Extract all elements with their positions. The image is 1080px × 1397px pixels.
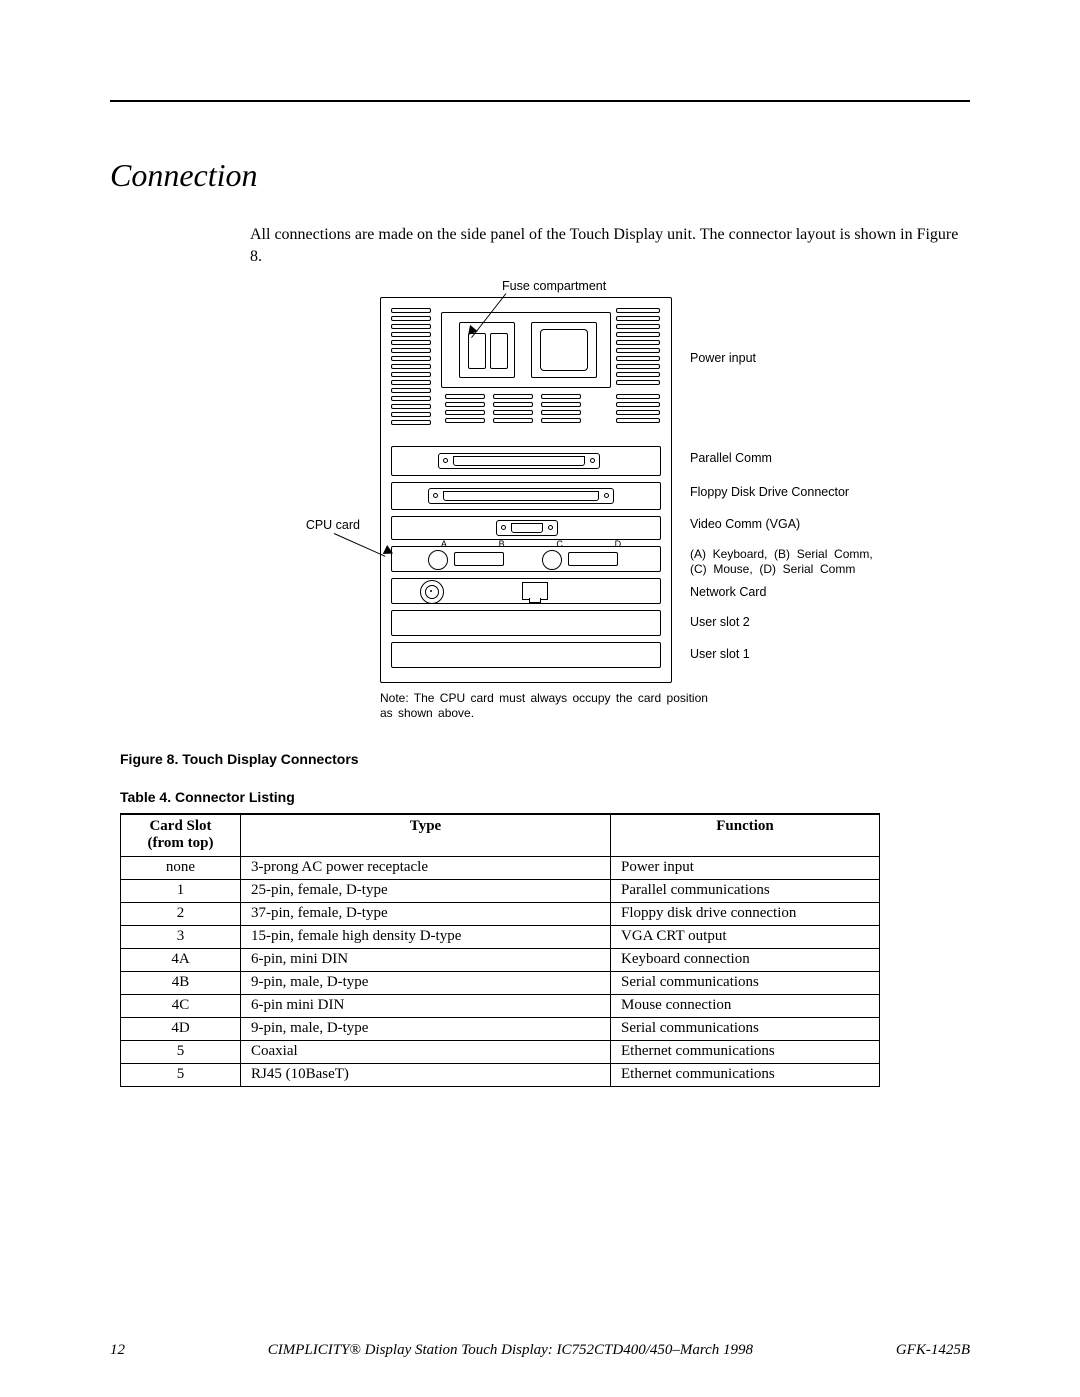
cell-slot: none — [121, 856, 241, 879]
label-power: Power input — [690, 351, 756, 365]
cell-function: Mouse connection — [611, 994, 880, 1017]
cell-function: Ethernet communications — [611, 1063, 880, 1086]
vent-icon — [616, 308, 660, 385]
rj45-icon — [522, 582, 548, 600]
cell-function: Floppy disk drive connection — [611, 902, 880, 925]
cell-type: 9-pin, male, D-type — [241, 971, 611, 994]
figure-note: Note: The CPU card must always occupy th… — [380, 691, 710, 721]
th-slot: Card Slot (from top) — [121, 814, 241, 856]
cell-type: 9-pin, male, D-type — [241, 1017, 611, 1040]
cell-type: 25-pin, female, D-type — [241, 879, 611, 902]
table-row: 125-pin, female, D-typeParallel communic… — [121, 879, 880, 902]
table-header-row: Card Slot (from top) Type Function — [121, 814, 880, 856]
vent-icon — [445, 394, 485, 423]
cell-type: 15-pin, female high density D-type — [241, 925, 611, 948]
cell-slot: 4A — [121, 948, 241, 971]
th-function: Function — [611, 814, 880, 856]
cell-type: 6-pin, mini DIN — [241, 948, 611, 971]
cell-slot: 5 — [121, 1063, 241, 1086]
cell-type: 37-pin, female, D-type — [241, 902, 611, 925]
cell-type: RJ45 (10BaseT) — [241, 1063, 611, 1086]
label-cpu: CPU card — [280, 518, 360, 532]
page-footer: 12 CIMPLICITY® Display Station Touch Dis… — [110, 1342, 970, 1359]
slot-cpu — [391, 546, 661, 572]
label-parallel: Parallel Comm — [690, 451, 772, 465]
label-user2: User slot 2 — [690, 615, 750, 629]
cell-slot: 3 — [121, 925, 241, 948]
header-rule — [110, 100, 970, 102]
cell-slot: 2 — [121, 902, 241, 925]
cell-function: Ethernet communications — [611, 1040, 880, 1063]
power-input-icon — [531, 322, 597, 378]
figure-8: Fuse compartment — [280, 291, 970, 731]
cell-function: VGA CRT output — [611, 925, 880, 948]
vent-icon — [541, 394, 581, 423]
table-row: 5RJ45 (10BaseT)Ethernet communications — [121, 1063, 880, 1086]
cell-function: Parallel communications — [611, 879, 880, 902]
table-row: 4C6-pin mini DINMouse connection — [121, 994, 880, 1017]
panel-outline: A B C D — [380, 297, 672, 683]
connector-table: Card Slot (from top) Type Function none3… — [120, 813, 880, 1087]
table-row: 4A6-pin, mini DINKeyboard connection — [121, 948, 880, 971]
cell-type: 6-pin mini DIN — [241, 994, 611, 1017]
cell-slot: 5 — [121, 1040, 241, 1063]
cell-slot: 4B — [121, 971, 241, 994]
leader-cpu — [334, 533, 386, 557]
slot-user1 — [391, 642, 661, 668]
table-caption: Table 4. Connector Listing — [120, 789, 970, 805]
label-abcd: (A) Keyboard, (B) Serial Comm, (C) Mouse… — [690, 547, 873, 576]
slot-parallel — [391, 446, 661, 476]
th-type: Type — [241, 814, 611, 856]
label-floppy: Floppy Disk Drive Connector — [690, 485, 849, 499]
vent-icon — [616, 394, 660, 423]
cell-slot: 4C — [121, 994, 241, 1017]
footer-right: GFK-1425B — [896, 1342, 970, 1359]
vent-icon — [493, 394, 533, 423]
footer-page: 12 — [110, 1342, 125, 1359]
table-row: 4D9-pin, male, D-typeSerial communicatio… — [121, 1017, 880, 1040]
section-title: Connection — [110, 157, 970, 194]
cell-slot: 4D — [121, 1017, 241, 1040]
cell-function: Serial communications — [611, 971, 880, 994]
cell-function: Power input — [611, 856, 880, 879]
db9-icon — [568, 552, 618, 566]
cell-function: Serial communications — [611, 1017, 880, 1040]
table-row: 237-pin, female, D-typeFloppy disk drive… — [121, 902, 880, 925]
slot-user2 — [391, 610, 661, 636]
label-fuse: Fuse compartment — [502, 279, 606, 293]
label-video: Video Comm (VGA) — [690, 517, 800, 531]
figure-caption: Figure 8. Touch Display Connectors — [120, 751, 970, 767]
fuse-compartment-icon — [459, 322, 515, 378]
cell-type: Coaxial — [241, 1040, 611, 1063]
cell-function: Keyboard connection — [611, 948, 880, 971]
label-user1: User slot 1 — [690, 647, 750, 661]
table-row: 4B9-pin, male, D-typeSerial communicatio… — [121, 971, 880, 994]
label-network: Network Card — [690, 585, 766, 599]
table-row: none3-prong AC power receptaclePower inp… — [121, 856, 880, 879]
slot-vga — [391, 516, 661, 540]
coax-icon — [420, 580, 444, 604]
table-row: 315-pin, female high density D-typeVGA C… — [121, 925, 880, 948]
slot-floppy — [391, 482, 661, 510]
slot-network — [391, 578, 661, 604]
mini-din-icon — [428, 550, 448, 570]
cell-slot: 1 — [121, 879, 241, 902]
intro-paragraph: All connections are made on the side pan… — [250, 224, 970, 267]
footer-center: CIMPLICITY® Display Station Touch Displa… — [125, 1342, 896, 1359]
table-row: 5CoaxialEthernet communications — [121, 1040, 880, 1063]
db9-icon — [454, 552, 504, 566]
cell-type: 3-prong AC power receptacle — [241, 856, 611, 879]
vent-icon — [391, 308, 431, 425]
mini-din-icon — [542, 550, 562, 570]
